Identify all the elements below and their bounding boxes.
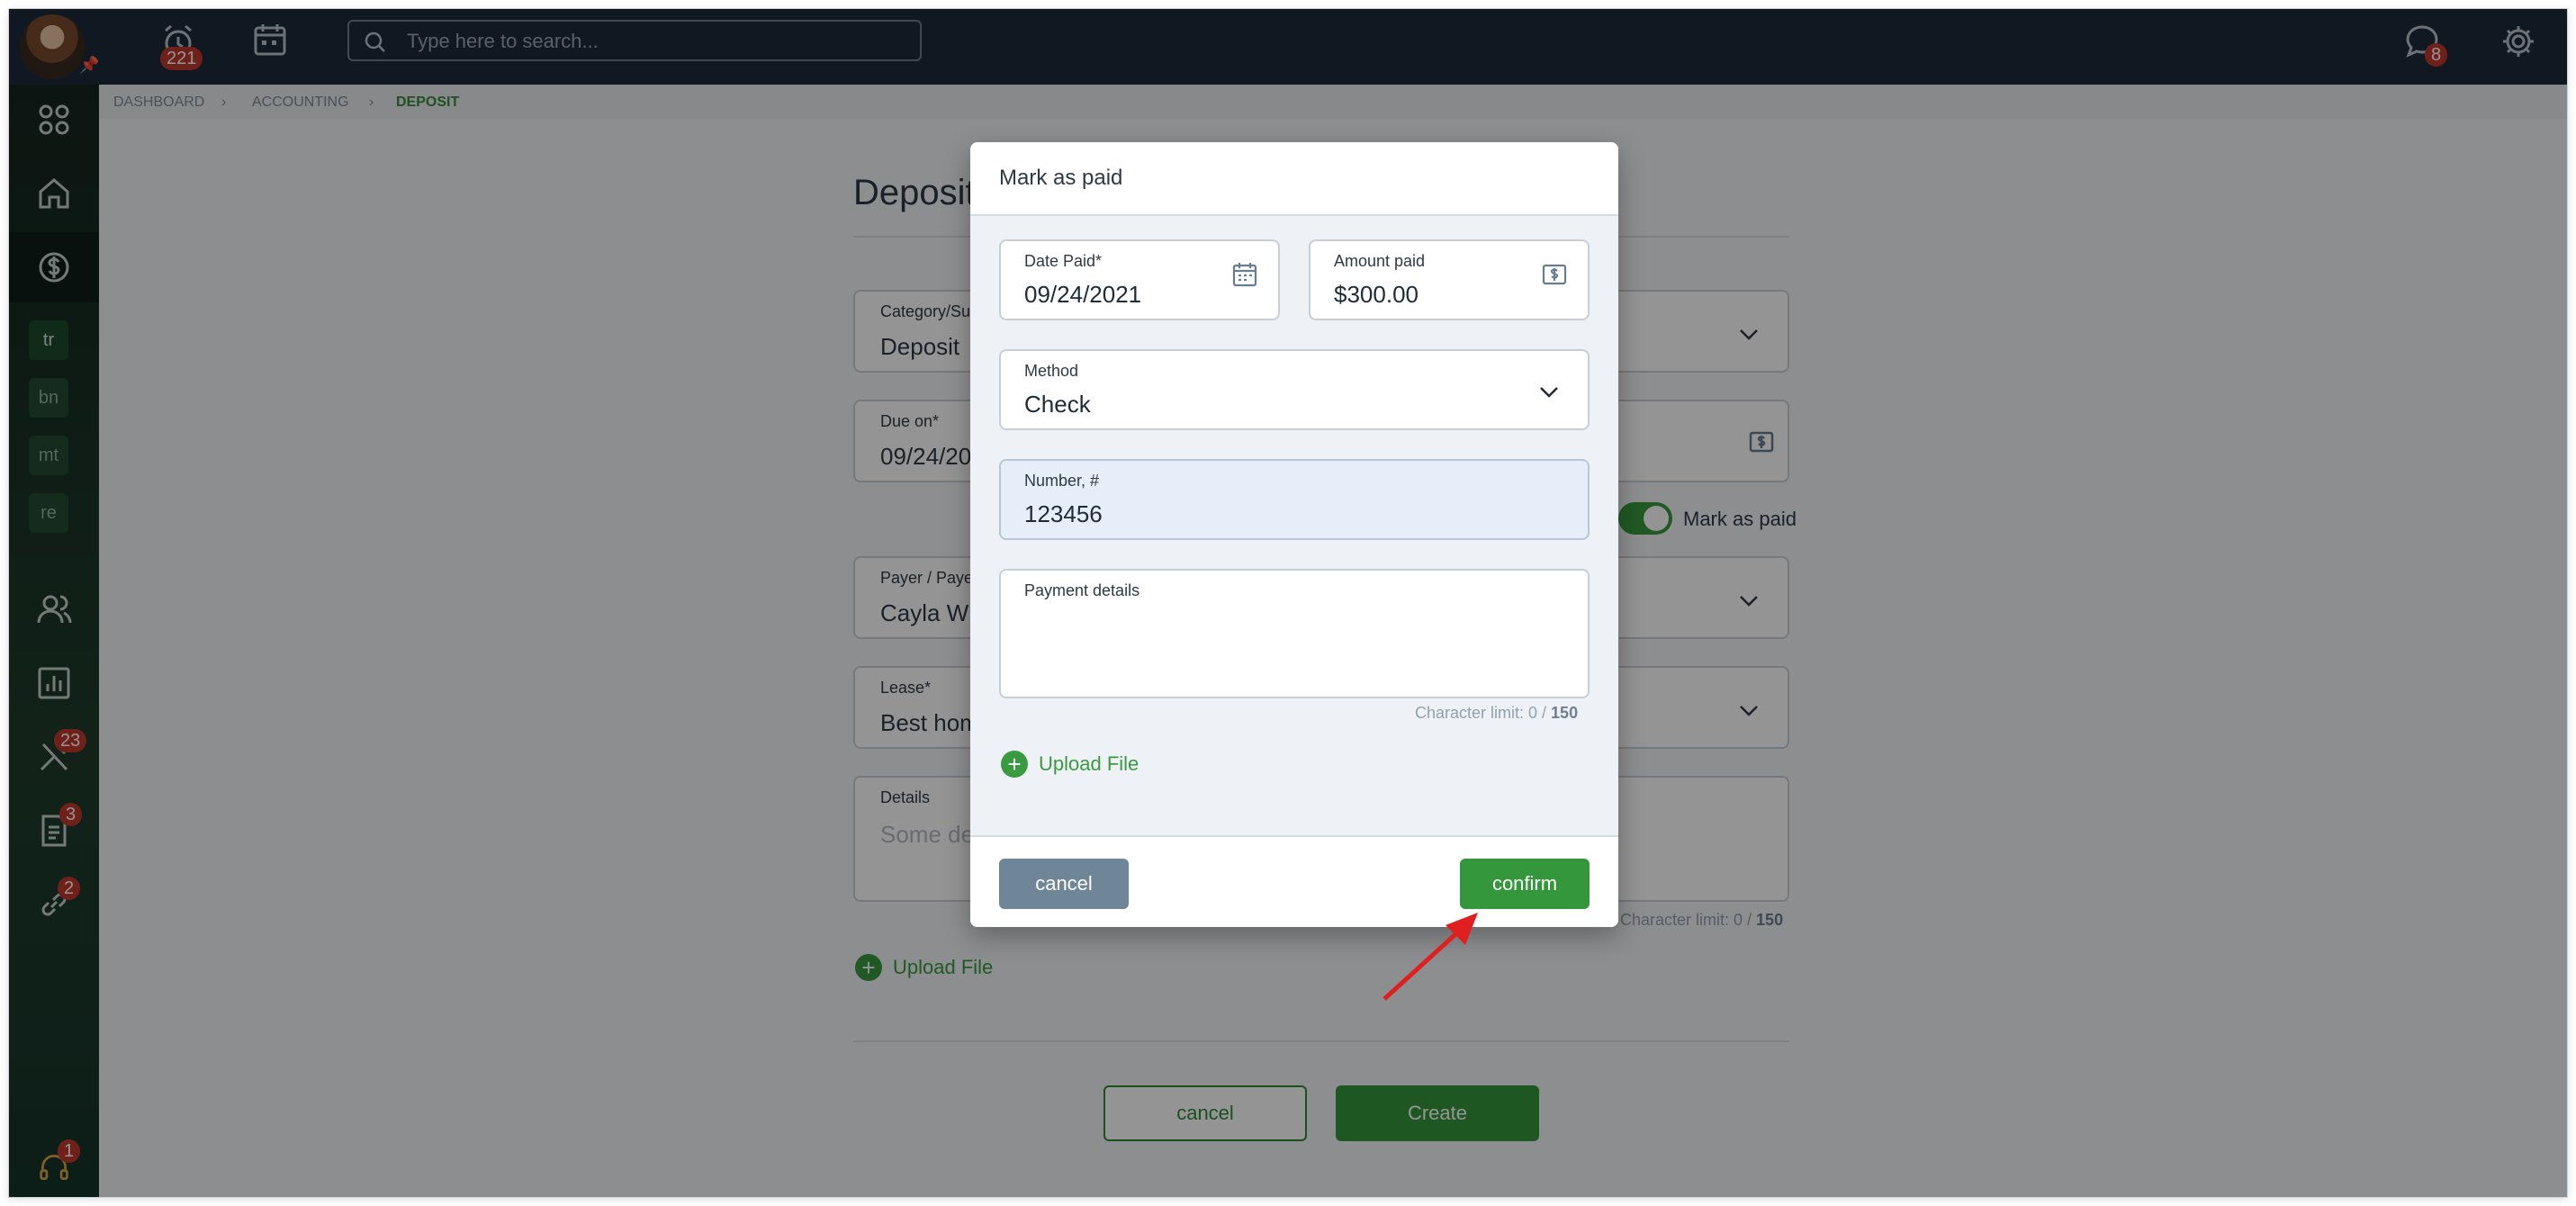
payment-details-textarea[interactable]: Payment details: [999, 569, 1590, 698]
method-value: Check: [1024, 391, 1091, 418]
char-limit-max: 150: [1551, 704, 1579, 722]
modal-header: Mark as paid: [970, 142, 1618, 216]
confirm-button[interactable]: confirm: [1460, 859, 1590, 909]
date-paid-value: 09/24/2021: [1024, 281, 1142, 308]
method-label: Method: [1024, 362, 1079, 380]
number-value: 123456: [1024, 500, 1103, 527]
amount-paid-field[interactable]: Amount paid $300.00: [1309, 239, 1590, 320]
method-select[interactable]: Method Check: [999, 349, 1590, 430]
modal-title: Mark as paid: [999, 166, 1123, 190]
char-limit-text: Character limit: 0 /: [1415, 704, 1552, 722]
date-paid-field[interactable]: Date Paid* 09/24/2021: [999, 239, 1280, 320]
date-paid-label: Date Paid*: [1024, 252, 1103, 270]
amount-paid-label: Amount paid: [1334, 252, 1426, 270]
app-window: 📌 221 8: [9, 9, 2567, 1197]
number-field[interactable]: Number, # 123456: [999, 459, 1590, 540]
modal-upload-file-link[interactable]: + Upload File: [1001, 751, 1139, 778]
chevron-down-icon: [1540, 387, 1558, 398]
annotation-arrow-icon: [1383, 913, 1478, 1001]
modal-upload-file-label: Upload File: [1039, 752, 1139, 775]
payment-details-char-limit: Character limit: 0 / 150: [1415, 704, 1578, 723]
modal-footer: cancel confirm: [970, 835, 1618, 927]
plus-icon: +: [1001, 751, 1028, 778]
payment-details-label: Payment details: [1024, 581, 1140, 599]
number-label: Number, #: [1024, 472, 1100, 490]
calendar-icon[interactable]: [1231, 261, 1258, 288]
amount-paid-value: $300.00: [1334, 281, 1419, 308]
mark-as-paid-modal: Mark as paid Date Paid* 09/24/2021 Amoun…: [970, 142, 1618, 927]
modal-cancel-button[interactable]: cancel: [999, 859, 1129, 909]
money-icon: [1542, 264, 1567, 285]
